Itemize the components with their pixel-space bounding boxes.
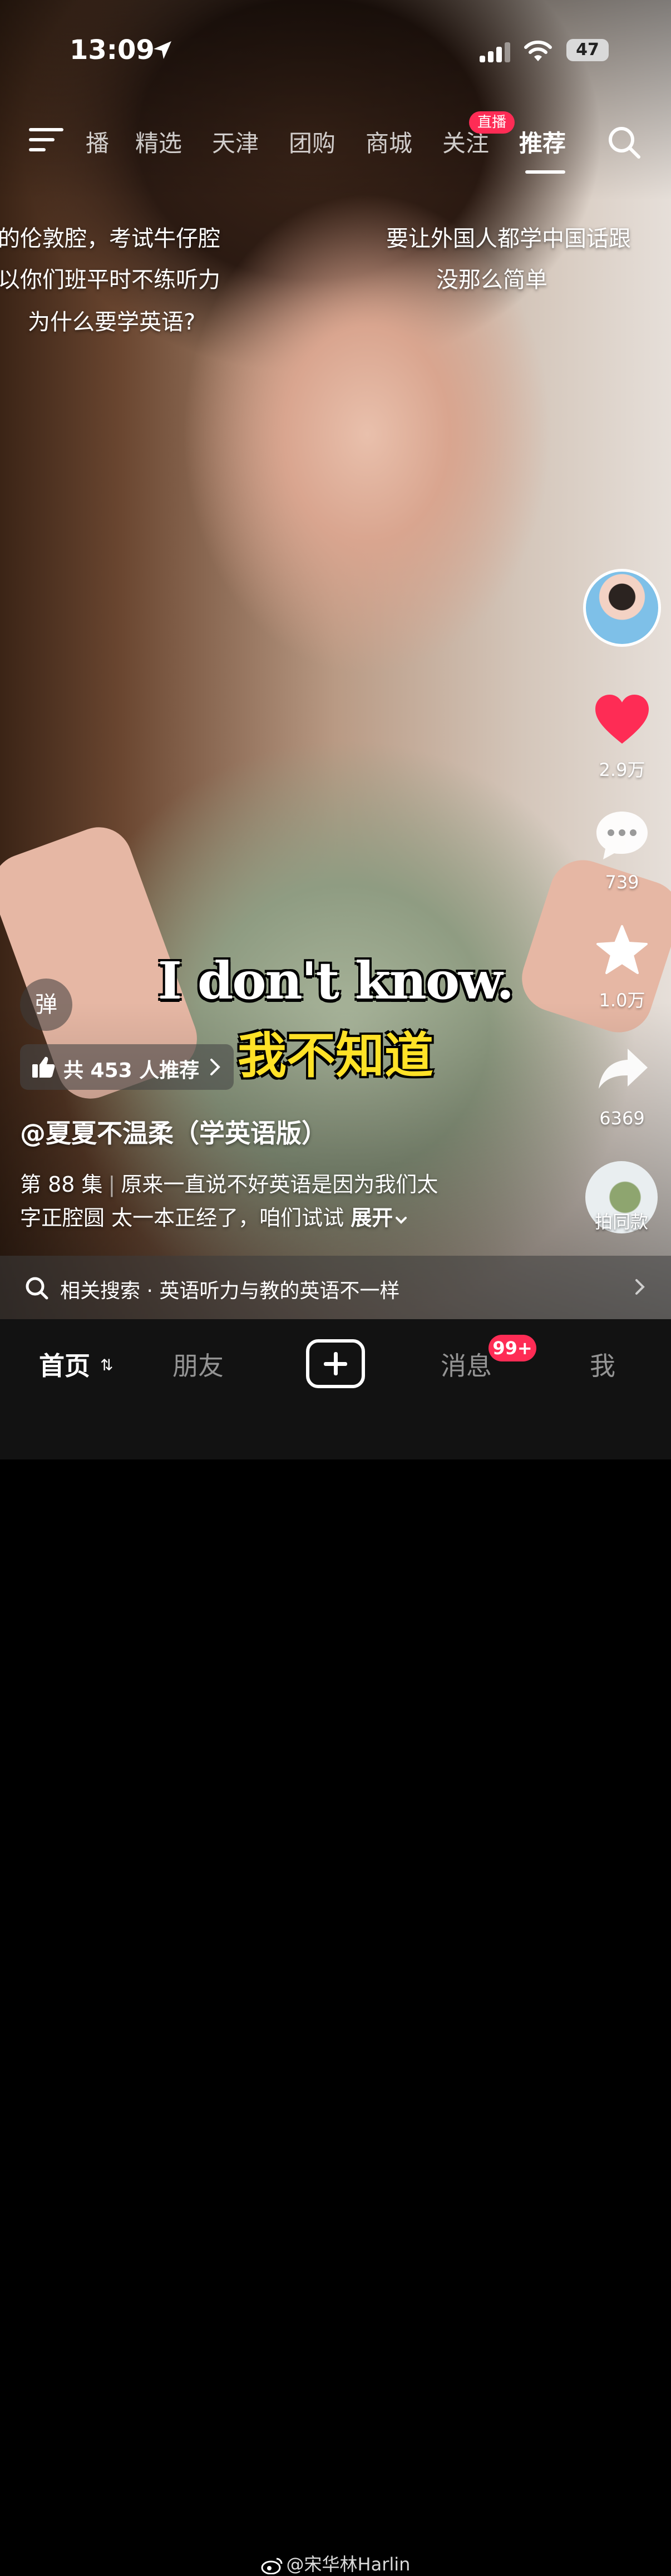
search-icon [26,1277,48,1300]
recommend-pill[interactable]: 共 453 人推荐 [20,1044,234,1090]
like-count: 2.9万 [599,759,645,780]
description-line-1: 原来一直说不好英语是因为我们太 [121,1172,438,1197]
tab-recommended[interactable]: 推荐 [519,125,566,159]
messages-badge: 99+ [489,1335,536,1361]
video-description[interactable]: 第 88 集 | 原来一直说不好英语是因为我们太 字正腔圆 太一本正经了，咱们试试 … [20,1168,510,1235]
bottom-nav: 首页 ⇅ 朋友 消息 99+ 我 @宋华林Harlin [0,1319,671,2575]
wifi-icon [524,40,552,61]
related-search-label: 相关搜索 · 英语听力与教的英语不一样 [60,1280,400,1302]
danmaku-comment: 要让外国人都学中国话跟 [386,226,631,252]
chevron-down-icon [396,1217,407,1224]
battery-indicator: 47 [566,39,609,61]
tab-live-stream[interactable]: 播 [86,125,109,159]
top-shade [0,0,671,200]
comment-icon[interactable] [594,809,650,862]
heart-icon[interactable] [594,694,650,745]
tab-mall[interactable]: 商城 [366,125,412,159]
danmaku-comment: 以你们班平时不练听力 [0,267,220,293]
top-nav: 播 精选 天津 团购 商城 关注 直播 推荐 [0,111,671,174]
thumbs-up-icon [32,1056,55,1078]
watermark: @宋华林Harlin [0,2550,671,2576]
create-button[interactable] [306,1339,365,1388]
nav-friends[interactable]: 朋友 [172,1346,224,1383]
nav-me[interactable]: 我 [590,1346,615,1383]
danmaku-comment: 为什么要学英语? [28,309,196,335]
share-count: 6369 [599,1108,645,1129]
danmaku-comment: 没那么简单 [436,267,547,293]
cellular-signal-icon [480,42,510,62]
subtitle-english: I don't know. [157,951,514,1011]
status-time: 13:09 [70,35,155,66]
tab-tianjin[interactable]: 天津 [212,125,259,159]
episode-label: 第 88 集 [20,1172,103,1197]
location-arrow-icon [154,41,171,59]
chevron-right-icon [210,1059,220,1075]
same-style-label[interactable]: 拍同款 [579,1208,664,1233]
weibo-icon [261,2558,283,2574]
active-tab-indicator [525,170,565,174]
author-name[interactable]: @夏夏不温柔（学英语版） [20,1113,327,1150]
description-line-2: 字正腔圆 太一本正经了，咱们试试 [20,1206,344,1230]
chevron-right-icon [635,1279,645,1295]
nav-messages[interactable]: 消息 [441,1346,492,1383]
nav-home[interactable]: 首页 [39,1346,90,1383]
related-search-bar[interactable]: 相关搜索 · 英语听力与教的英语不一样 [0,1256,671,1319]
comment-count: 739 [605,872,639,893]
recommend-count-label: 共 453 人推荐 [63,1059,200,1082]
swap-icon[interactable]: ⇅ [100,1356,113,1374]
author-avatar[interactable] [583,569,661,647]
live-badge: 直播 [469,111,515,134]
menu-icon[interactable] [29,127,63,153]
expand-button[interactable]: 展开 [351,1206,393,1230]
plus-icon-vertical [334,1352,338,1375]
tab-featured[interactable]: 精选 [135,125,182,159]
watermark-text: @宋华林Harlin [286,2554,411,2575]
tab-group-buy[interactable]: 团购 [289,125,336,159]
danmaku-toggle-button[interactable]: 弹 [20,979,72,1031]
status-bar: 13:09 47 [0,35,671,73]
search-icon[interactable] [606,125,642,160]
danmaku-comment: 的伦敦腔，考试牛仔腔 [0,226,220,252]
